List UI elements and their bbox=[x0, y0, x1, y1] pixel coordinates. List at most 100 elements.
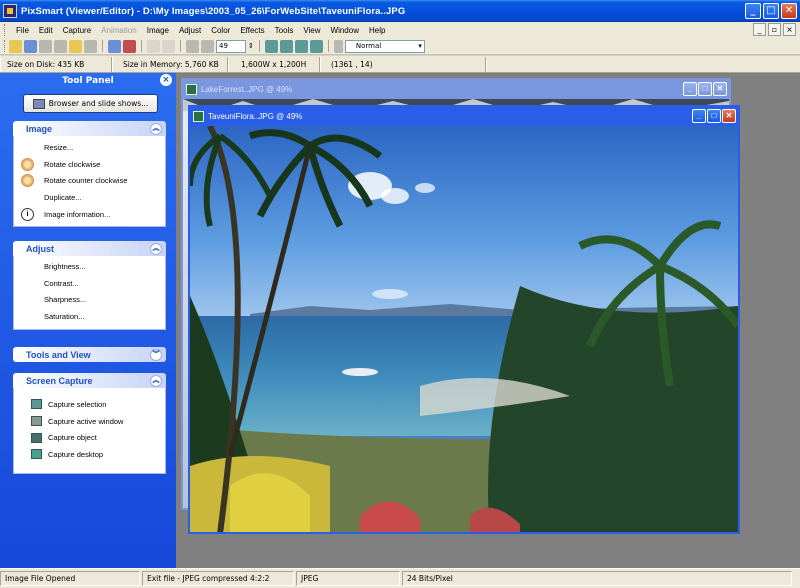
window-title-bar[interactable]: PixSmart (Viewer/Editor) - D:\My Images\… bbox=[0, 0, 800, 22]
document-window-controls: _ □ ✕ bbox=[683, 82, 727, 96]
zoom-out-icon[interactable] bbox=[201, 39, 214, 53]
image-group-header[interactable]: Image ︽ bbox=[13, 121, 166, 136]
capture-selection-item[interactable]: Capture selection bbox=[14, 396, 165, 413]
sharpness-item[interactable]: Sharpness... bbox=[14, 291, 165, 308]
mdi-close-button[interactable]: × bbox=[783, 23, 796, 36]
document-workspace[interactable]: LakeForrest..JPG @ 49% _ □ ✕ TaveuniFlor… bbox=[176, 73, 800, 568]
tools-view-group-header[interactable]: Tools and View ︾ bbox=[13, 347, 166, 362]
redo-icon[interactable] bbox=[162, 39, 175, 53]
zoom-in-icon[interactable] bbox=[186, 39, 199, 53]
menu-view[interactable]: View bbox=[298, 26, 325, 35]
menu-help[interactable]: Help bbox=[364, 26, 390, 35]
browser-icon bbox=[32, 98, 45, 109]
fit-width-icon[interactable] bbox=[294, 39, 308, 53]
duplicate-icon[interactable] bbox=[84, 39, 97, 53]
print-icon[interactable] bbox=[39, 39, 52, 53]
menu-file[interactable]: File bbox=[11, 26, 34, 35]
zoom-input[interactable]: 49 bbox=[216, 39, 246, 53]
expand-icon[interactable]: ︾ bbox=[150, 348, 162, 361]
tools-view-group-title: Tools and View bbox=[26, 349, 91, 360]
save-icon[interactable] bbox=[24, 39, 37, 53]
fit-window-icon[interactable] bbox=[264, 39, 278, 53]
resize-item[interactable]: Resize... bbox=[14, 139, 165, 156]
info-icon[interactable] bbox=[108, 39, 121, 53]
menu-tools[interactable]: Tools bbox=[270, 26, 299, 35]
collapse-icon[interactable]: ︽ bbox=[150, 122, 162, 135]
capture-selection-label: Capture selection bbox=[48, 399, 107, 409]
rotate-clockwise-item[interactable]: Rotate clockwise bbox=[14, 156, 165, 173]
cursor-coordinates: (1361 , 14) bbox=[320, 56, 486, 72]
contrast-item[interactable]: Contrast... bbox=[14, 275, 165, 292]
image-info-bar: Size on Disk: 435 KB Size in Memory: 5,7… bbox=[0, 56, 800, 73]
view-mode-icon[interactable] bbox=[309, 39, 323, 53]
document-close-button[interactable]: ✕ bbox=[713, 82, 727, 96]
resize-label: Resize... bbox=[44, 142, 74, 152]
image-dimensions: 1,600W x 1,200H bbox=[228, 56, 320, 72]
document-title-bar[interactable]: LakeForrest..JPG @ 49% _ □ ✕ bbox=[183, 80, 729, 99]
rotate-counter-clockwise-item[interactable]: Rotate counter clockwise bbox=[14, 172, 165, 189]
mdi-restore-button[interactable]: ▫ bbox=[768, 23, 781, 36]
screen-capture-group-header[interactable]: Screen Capture ︽ bbox=[13, 373, 166, 388]
document-maximize-button[interactable]: □ bbox=[707, 109, 721, 123]
menu-capture[interactable]: Capture bbox=[58, 26, 96, 35]
document-minimize-button[interactable]: _ bbox=[692, 109, 706, 123]
chevron-down-icon: ▾ bbox=[418, 41, 422, 50]
tool-panel-close-button[interactable]: × bbox=[160, 74, 172, 86]
toolbar-grip[interactable] bbox=[4, 40, 7, 52]
menu-edit[interactable]: Edit bbox=[34, 26, 58, 35]
menu-window[interactable]: Window bbox=[326, 26, 364, 35]
info-bar-spacer bbox=[486, 56, 800, 72]
undo-icon[interactable] bbox=[147, 39, 160, 53]
eraser-icon[interactable] bbox=[123, 39, 136, 53]
menu-animation[interactable]: Animation bbox=[96, 26, 142, 35]
menu-bar: File Edit Capture Animation Image Adjust… bbox=[0, 22, 800, 38]
browser-slideshow-button[interactable]: Browser and slide shows... bbox=[23, 94, 158, 113]
file-format: JPEG bbox=[296, 571, 400, 586]
menu-grip[interactable] bbox=[4, 24, 7, 36]
document-close-button[interactable]: ✕ bbox=[722, 109, 736, 123]
document-window-taveuniflora[interactable]: TaveuniFlora..JPG @ 49% _ □ ✕ bbox=[188, 105, 740, 534]
open-icon[interactable] bbox=[9, 39, 22, 53]
brightness-item[interactable]: Brightness... bbox=[14, 258, 165, 275]
document-minimize-button[interactable]: _ bbox=[683, 82, 697, 96]
toolbar-separator bbox=[258, 40, 260, 52]
menu-adjust[interactable]: Adjust bbox=[174, 26, 206, 35]
saturation-label: Saturation... bbox=[44, 311, 85, 321]
size-in-memory: Size in Memory: 5,760 KB bbox=[112, 56, 228, 72]
taveuni-flora-photo[interactable] bbox=[190, 126, 738, 532]
tools-view-group: Tools and View ︾ bbox=[13, 347, 166, 362]
mdi-minimize-button[interactable]: _ bbox=[753, 23, 766, 36]
zoom-spinner[interactable]: ⇕ bbox=[248, 42, 254, 50]
minimize-button[interactable]: _ bbox=[745, 3, 761, 19]
menu-color[interactable]: Color bbox=[206, 26, 235, 35]
collapse-icon[interactable]: ︽ bbox=[150, 242, 162, 255]
window-title: PixSmart (Viewer/Editor) - D:\My Images\… bbox=[21, 5, 406, 17]
capture-object-icon bbox=[31, 432, 42, 443]
capture-object-item[interactable]: Capture object bbox=[14, 429, 165, 446]
capture-desktop-item[interactable]: Capture desktop bbox=[14, 446, 165, 463]
tropical-beach-image bbox=[190, 126, 738, 532]
image-information-item[interactable]: i Image information... bbox=[14, 206, 165, 223]
document-title-bar[interactable]: TaveuniFlora..JPG @ 49% _ □ ✕ bbox=[190, 107, 738, 126]
menu-effects[interactable]: Effects bbox=[235, 26, 269, 35]
actual-size-icon[interactable] bbox=[279, 39, 293, 53]
adjust-group-header[interactable]: Adjust ︽ bbox=[13, 241, 166, 256]
tool-panel-header: Tool Panel × bbox=[0, 73, 176, 88]
rotate-counter-clockwise-label: Rotate counter clockwise bbox=[44, 176, 128, 186]
saturation-item[interactable]: Saturation... bbox=[14, 308, 165, 325]
sharpness-label: Sharpness... bbox=[44, 295, 87, 305]
blend-mode-select[interactable]: Normal ▾ bbox=[344, 39, 425, 53]
document-maximize-button[interactable]: □ bbox=[698, 82, 712, 96]
pointer-icon[interactable] bbox=[333, 39, 343, 53]
document-title: LakeForrest..JPG @ 49% bbox=[201, 85, 293, 94]
collapse-icon[interactable]: ︽ bbox=[150, 374, 162, 387]
capture-active-window-item[interactable]: Capture active window bbox=[14, 413, 165, 430]
paste-icon[interactable] bbox=[69, 39, 82, 53]
duplicate-item[interactable]: Duplicate... bbox=[14, 189, 165, 206]
close-button[interactable]: ✕ bbox=[781, 3, 797, 19]
maximize-button[interactable]: □ bbox=[763, 3, 779, 19]
info-icon: i bbox=[21, 207, 34, 221]
menu-image[interactable]: Image bbox=[142, 26, 174, 35]
app-icon[interactable] bbox=[3, 4, 17, 18]
copy-icon[interactable] bbox=[54, 39, 67, 53]
